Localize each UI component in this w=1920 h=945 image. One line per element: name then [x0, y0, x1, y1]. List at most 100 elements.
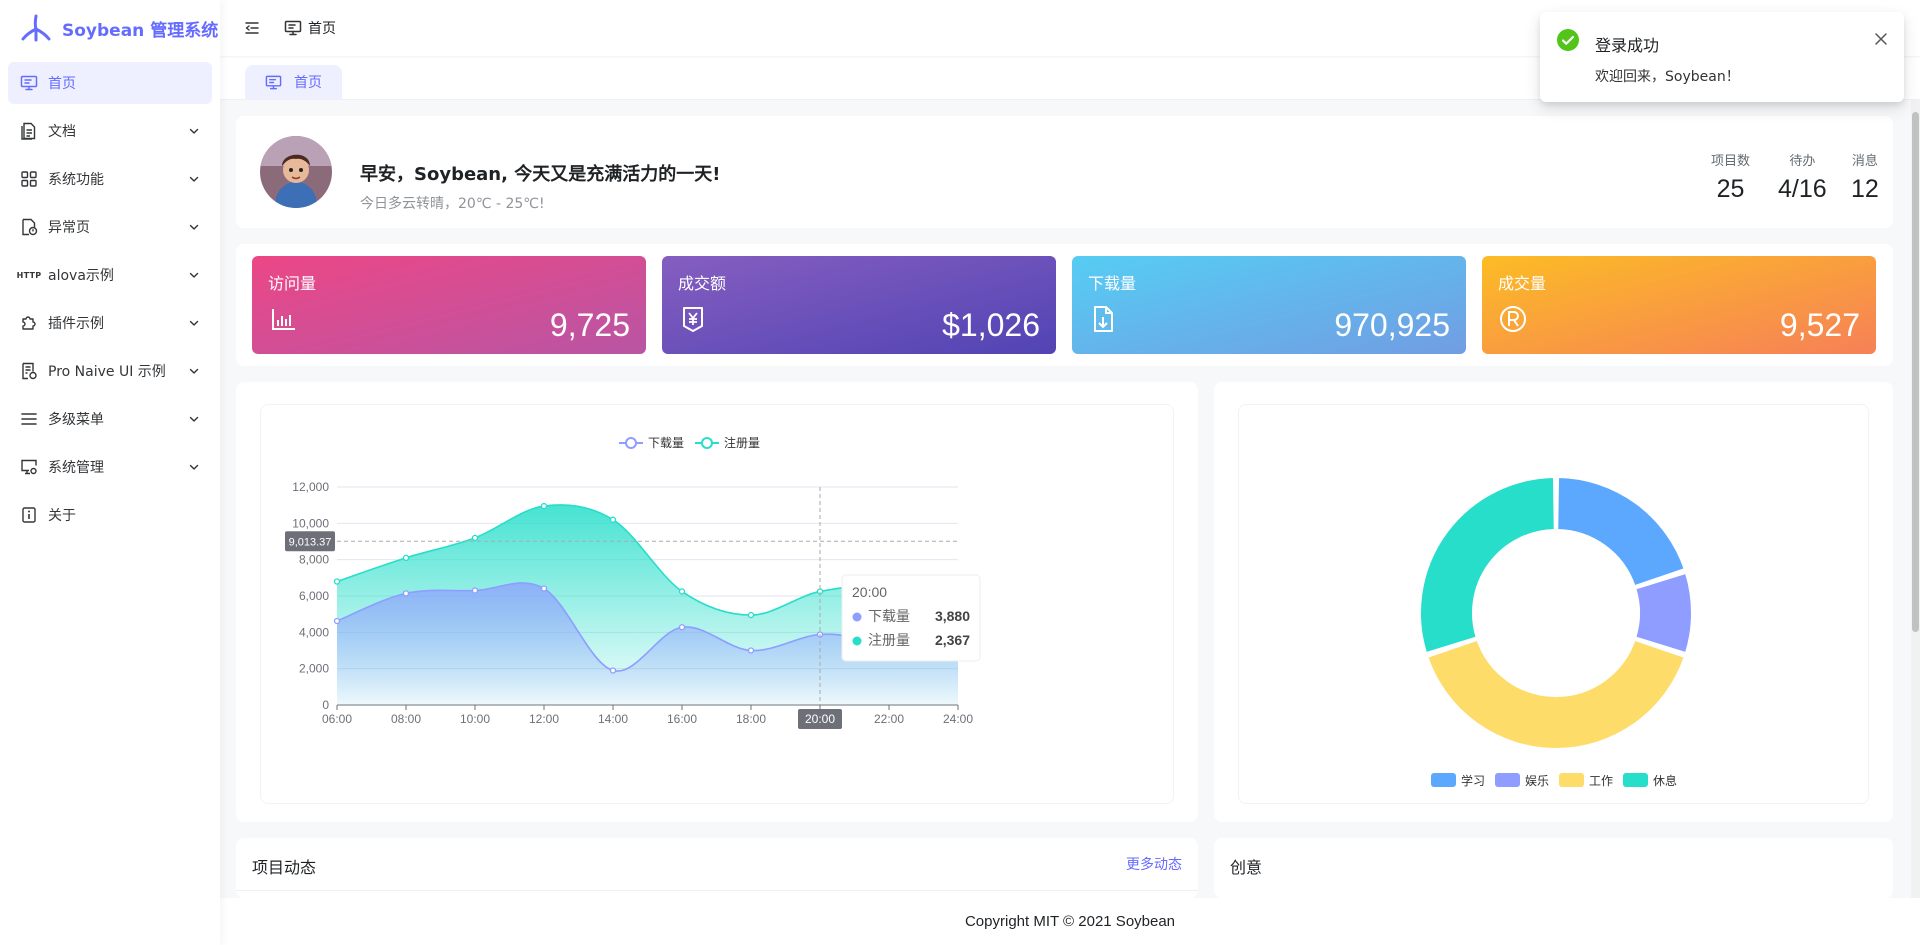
- legend-swatch[interactable]: [1559, 773, 1584, 787]
- sidebar-item-label: 系统管理: [48, 460, 104, 476]
- weather-text: 今日多云转晴，20℃ - 25℃!: [360, 196, 545, 212]
- sidebar-item-label: Pro Naive UI 示例: [48, 364, 166, 380]
- footer: Copyright MIT © 2021 Soybean: [220, 898, 1920, 945]
- sidebar-item-label: 首页: [48, 76, 76, 92]
- metric-title: 成交额: [678, 274, 727, 293]
- breadcrumb-label: 首页: [308, 21, 336, 37]
- money-bag-icon: [683, 307, 703, 332]
- login-success-notification: 登录成功 欢迎回来，Soybean！: [1540, 12, 1904, 102]
- pie-chart[interactable]: 学习 娱乐 工作 休息: [1239, 405, 1870, 805]
- chevron-down-icon: [189, 368, 199, 374]
- metric-downloads[interactable]: 下载量 970,925: [1072, 256, 1466, 354]
- line-chart-panel: 0 2,000 4,000 6,000 8,000 10,000 12,000 06:00 08…: [260, 404, 1174, 804]
- menu-fold-icon: [245, 22, 259, 34]
- data-point: [609, 516, 617, 523]
- greeting-card: 早安，Soybean, 今天又是充满活力的一天! 今日多云转晴，20℃ - 25…: [236, 116, 1893, 228]
- tab-home[interactable]: 首页: [245, 65, 342, 99]
- chevron-down-icon: [189, 272, 199, 278]
- data-point: [609, 667, 617, 674]
- legend-marker: [625, 437, 637, 449]
- app-logo[interactable]: Soybean 管理系统: [0, 0, 220, 56]
- x-tick-label: 16:00: [667, 712, 697, 726]
- divider: [236, 890, 1198, 891]
- x-pointer-label: 20:00: [805, 712, 835, 726]
- more-news-link[interactable]: 更多动态: [1126, 854, 1182, 874]
- data-point: [471, 534, 479, 542]
- tooltip-series-value: 2,367: [935, 632, 970, 648]
- sidebar-item-label: 关于: [48, 508, 76, 524]
- stat-todo: 待办 4/16: [1778, 150, 1827, 204]
- legend-label: 休息: [1653, 773, 1677, 788]
- pie-chart-card: 学习 娱乐 工作 休息: [1214, 382, 1893, 822]
- stat-value: 25: [1716, 175, 1745, 203]
- pie-slice[interactable]: [1426, 638, 1686, 750]
- stat-value: 12: [1851, 175, 1879, 203]
- metric-visits[interactable]: 访问量 9,725: [252, 256, 646, 354]
- sidebar: Soybean 管理系统 首页文档系统功能异常页 HTTP alova示例 插件示例 P…: [0, 0, 220, 945]
- project-news-card: 项目动态 更多动态: [236, 838, 1198, 898]
- sidebar-item-home[interactable]: 首页: [8, 62, 212, 104]
- collapse-menu-button[interactable]: [234, 10, 270, 46]
- scrollbar-thumb[interactable]: [1912, 112, 1919, 632]
- x-tick-label: 14:00: [598, 712, 628, 726]
- file-warning-icon: [20, 218, 38, 236]
- data-point: [747, 611, 755, 619]
- download-file-icon: [1094, 306, 1113, 332]
- tooltip-marker: [852, 636, 862, 646]
- sidebar-item-about[interactable]: 关于: [8, 494, 212, 536]
- sidebar-item-pro-naive[interactable]: Pro Naive UI 示例: [8, 350, 212, 392]
- line-chart[interactable]: 0 2,000 4,000 6,000 8,000 10,000 12,000 06:00 08…: [261, 405, 1175, 805]
- data-point: [333, 578, 341, 585]
- sidebar-item-label: 多级菜单: [48, 412, 104, 428]
- registered-icon: [1500, 306, 1526, 332]
- chevron-down-icon: [189, 464, 199, 470]
- y-tick-label: 4,000: [299, 625, 329, 639]
- pie-slice[interactable]: [1634, 571, 1693, 655]
- legend-swatch[interactable]: [1495, 773, 1520, 787]
- avatar: [260, 136, 332, 208]
- metrics-card: 访问量 9,725 成交额 $1,026 下载量 970,925 成交量 9,5…: [236, 244, 1893, 366]
- metric-turnover[interactable]: 成交额 $1,026: [662, 256, 1056, 354]
- notification-body: 欢迎回来，Soybean！: [1595, 69, 1740, 85]
- y-tick-label: 12,000: [292, 480, 329, 494]
- sidebar-item-multi-menu[interactable]: 多级菜单: [8, 398, 212, 440]
- info-icon: [20, 506, 38, 524]
- document-icon: [20, 122, 38, 140]
- x-tick-label: 08:00: [391, 712, 421, 726]
- y-tick-label: 8,000: [299, 553, 329, 567]
- sidebar-item-system-manage[interactable]: 系统管理: [8, 446, 212, 488]
- legend-label: 下载量: [648, 436, 684, 450]
- x-tick-label: 24:00: [943, 712, 973, 726]
- sidebar-item-exception[interactable]: 异常页: [8, 206, 212, 248]
- bar-chart-icon: [272, 309, 295, 330]
- data-point: [402, 554, 410, 562]
- metric-value: $1,026: [942, 307, 1040, 343]
- sidebar-item-alova[interactable]: HTTP alova示例: [8, 254, 212, 296]
- breadcrumb[interactable]: 首页: [284, 18, 336, 38]
- stat-label: 项目数: [1711, 154, 1751, 169]
- data-point: [678, 588, 686, 595]
- sidebar-item-docs[interactable]: 文档: [8, 110, 212, 152]
- close-icon[interactable]: [1872, 30, 1890, 48]
- page-scrollbar[interactable]: [1911, 100, 1920, 898]
- legend-swatch[interactable]: [1623, 773, 1648, 787]
- pie-slice[interactable]: [1556, 476, 1686, 588]
- metric-value: 970,925: [1334, 307, 1450, 343]
- notification-title: 登录成功: [1595, 36, 1660, 55]
- x-tick-label: 10:00: [460, 712, 490, 726]
- tooltip-series-name: 下载量: [868, 608, 910, 624]
- sidebar-item-plugins[interactable]: 插件示例: [8, 302, 212, 344]
- pie-slice[interactable]: [1419, 476, 1556, 655]
- x-tick-label: 22:00: [874, 712, 904, 726]
- metric-title: 下载量: [1088, 274, 1137, 293]
- metric-value: 9,527: [1779, 307, 1860, 343]
- chevron-down-icon: [189, 224, 199, 230]
- tooltip-series-name: 注册量: [868, 632, 910, 648]
- data-point: [402, 590, 410, 597]
- legend-label: 注册量: [724, 435, 760, 450]
- metric-deals[interactable]: 成交量 9,527: [1482, 256, 1876, 354]
- sidebar-item-system-functions[interactable]: 系统功能: [8, 158, 212, 200]
- form-icon: [20, 362, 38, 380]
- http-icon: HTTP: [16, 270, 42, 280]
- legend-swatch[interactable]: [1431, 773, 1456, 787]
